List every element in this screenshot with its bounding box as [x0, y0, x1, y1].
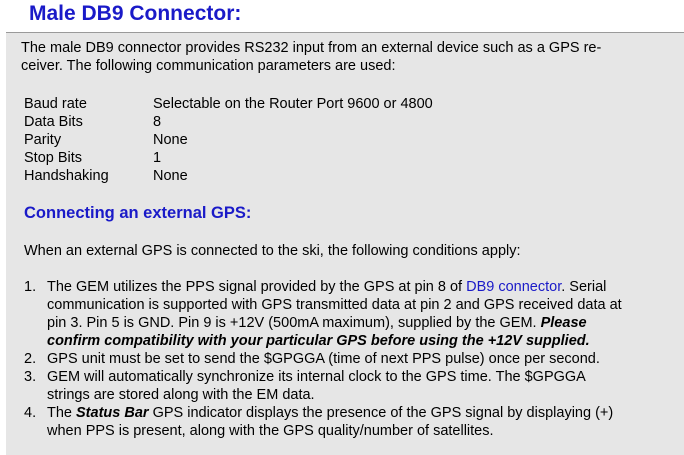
param-name: Parity	[24, 132, 62, 148]
list-item-text: The	[47, 405, 77, 421]
param-value: Selectable on the Router Port 9600 or 48…	[153, 96, 433, 112]
param-value: None	[153, 132, 188, 148]
list-item-text: . Serial	[561, 279, 607, 295]
list-item-text: pin 3. Pin 5 is GND. Pin 9 is +12V (500m…	[47, 315, 541, 331]
db9-connector-link[interactable]: DB9 connector	[466, 279, 561, 295]
page-title: Male DB9 Connector:	[29, 2, 242, 25]
param-value: 1	[153, 150, 162, 166]
param-value: None	[153, 168, 188, 184]
list-item-number: 3.	[24, 369, 37, 385]
list-item-line: confirm compatibility with your particul…	[47, 333, 590, 349]
list-item-line: strings are stored along with the EM dat…	[47, 387, 315, 403]
list-item-line: GPS unit must be set to send the $GPGGA …	[47, 351, 600, 367]
list-item-number: 2.	[24, 351, 37, 367]
list-item-line: when PPS is present, along with the GPS …	[47, 423, 494, 439]
list-item-line: The GEM utilizes the PPS signal provided…	[47, 278, 606, 296]
section-heading: Connecting an external GPS:	[24, 204, 252, 222]
status-bar-emphasis: Status Bar	[76, 405, 149, 421]
param-name: Handshaking	[24, 168, 109, 184]
list-item-line: GEM will automatically synchronize its i…	[47, 369, 586, 385]
list-item-text: GPS indicator displays the presence of t…	[148, 405, 614, 421]
conditions-intro: When an external GPS is connected to the…	[24, 243, 521, 259]
intro-line-2: ceiver. The following communication para…	[21, 58, 396, 74]
list-item-number: 1.	[24, 279, 37, 295]
content-panel: The male DB9 connector provides RS232 in…	[6, 32, 684, 455]
param-name: Stop Bits	[24, 150, 83, 166]
param-value: 8	[153, 114, 162, 130]
intro-line-1: The male DB9 connector provides RS232 in…	[21, 40, 602, 56]
list-item-emphasis: Please	[540, 315, 587, 331]
param-name: Baud rate	[24, 96, 87, 112]
list-item-number: 4.	[24, 405, 37, 421]
list-item-text: The GEM utilizes the PPS signal provided…	[47, 279, 467, 295]
list-item-line: communication is supported with GPS tran…	[47, 297, 622, 313]
param-name: Data Bits	[24, 114, 83, 130]
list-item-line: The Status Bar GPS indicator displays th…	[47, 404, 613, 422]
list-item-line: pin 3. Pin 5 is GND. Pin 9 is +12V (500m…	[47, 314, 587, 332]
